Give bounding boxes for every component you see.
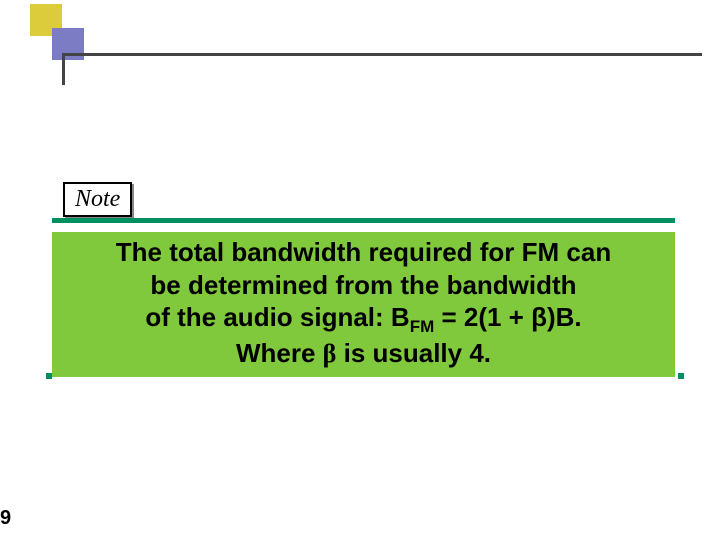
- line2: be determined from the bandwidth: [150, 270, 576, 300]
- note-label: Note: [75, 186, 120, 212]
- vertical-rule: [62, 53, 65, 85]
- content-box: The total bandwidth required for FM can …: [52, 232, 675, 377]
- dot-icon: [46, 373, 52, 379]
- note-box: Note: [63, 182, 132, 217]
- line4-beta: β: [323, 339, 337, 368]
- line4-prefix: Where: [236, 338, 323, 368]
- content-text: The total bandwidth required for FM can …: [62, 236, 665, 371]
- line1: The total bandwidth required for FM can: [116, 237, 611, 267]
- line3-suffix: = 2(1 + β)B.: [434, 302, 581, 332]
- top-green-rule: [52, 218, 675, 223]
- slide-header-decoration: [0, 0, 720, 90]
- line3-prefix: of the audio signal: B: [145, 302, 409, 332]
- line3-sub: FM: [410, 317, 435, 336]
- page-number: 9: [0, 507, 11, 530]
- dot-icon: [678, 373, 684, 379]
- horizontal-rule: [62, 53, 702, 56]
- bottom-green-dots: [46, 373, 684, 379]
- line4-suffix: is usually 4.: [336, 338, 491, 368]
